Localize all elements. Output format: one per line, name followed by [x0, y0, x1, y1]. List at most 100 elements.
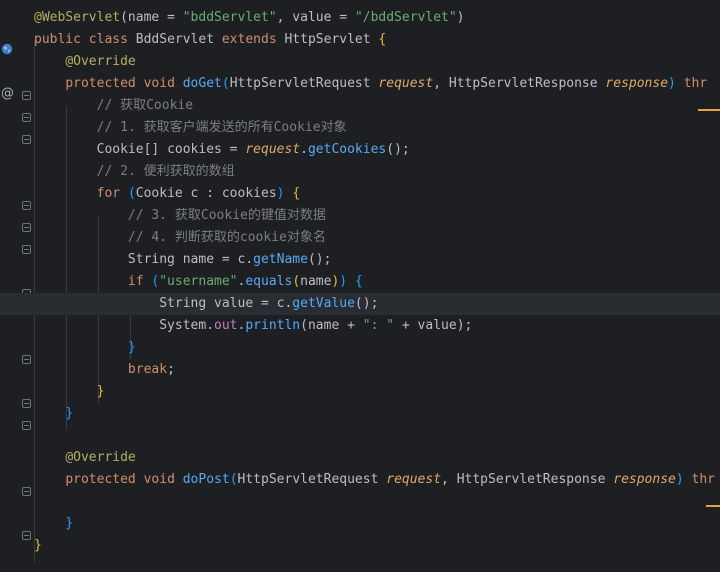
code-line[interactable]: // 3. 获取Cookie的键值对数据 — [34, 205, 720, 227]
code-token: @WebServlet — [34, 10, 121, 25]
code-line[interactable]: } — [34, 403, 720, 425]
code-token: ( — [292, 274, 301, 289]
code-token: ( — [221, 76, 230, 91]
code-line[interactable]: // 1. 获取客户端发送的所有Cookie对象 — [34, 117, 720, 139]
fold-toggle-for-icon[interactable] — [22, 201, 31, 210]
code-token: { — [378, 32, 387, 47]
code-token: protected — [65, 76, 144, 91]
code-token: HttpServletRequest — [237, 472, 387, 487]
fold-toggle-for-end-icon[interactable] — [22, 399, 31, 408]
fold-toggle-dopost-icon[interactable] — [22, 487, 31, 496]
warning-underline — [706, 505, 720, 507]
code-line[interactable]: } — [34, 337, 720, 359]
code-token: // 2. 便利获取的数组 — [96, 164, 235, 179]
code-token: , — [433, 76, 449, 91]
code-token: class — [88, 32, 136, 47]
code-line[interactable]: System.out.println(name + ": " + value); — [34, 315, 720, 337]
code-token: (); — [307, 252, 332, 267]
code-line[interactable]: // 4. 判断获取的cookie对象名 — [34, 227, 720, 249]
code-line[interactable]: Cookie[] cookies = request.getCookies(); — [34, 139, 720, 161]
code-token: "/bddServlet" — [354, 10, 457, 25]
code-line[interactable]: protected void doGet(HttpServletRequest … — [34, 73, 720, 95]
code-token: , — [276, 10, 293, 25]
code-line[interactable]: String value = c.getValue(); — [0, 293, 720, 315]
code-token: if — [127, 274, 152, 289]
code-line[interactable]: if ("username".equals(name)) { — [34, 271, 720, 293]
code-token: . — [300, 142, 308, 157]
code-line[interactable]: } — [34, 535, 720, 557]
code-token: request — [378, 76, 434, 91]
fold-toggle-dopost-end-icon[interactable] — [22, 531, 31, 540]
override-at-icon[interactable]: @ — [1, 86, 14, 101]
code-token: request — [386, 472, 442, 487]
code-token: thr — [683, 76, 708, 91]
code-token: thr — [691, 472, 716, 487]
code-token: HttpServletResponse — [456, 472, 614, 487]
code-token: { — [354, 274, 363, 289]
code-editor[interactable]: @ @WebServlet(name = "bddServlet", value… — [0, 0, 720, 572]
code-line[interactable]: String name = c.getName(); — [34, 249, 720, 271]
fold-toggle-comment-end-icon[interactable] — [22, 135, 31, 144]
code-line[interactable]: // 获取Cookie — [34, 95, 720, 117]
code-token: @Override — [65, 54, 136, 69]
code-token: { — [292, 186, 301, 201]
code-line[interactable]: // 2. 便利获取的数组 — [34, 161, 720, 183]
editor-gutter: @ — [0, 0, 31, 572]
code-area[interactable]: @WebServlet(name = "bddServlet", value =… — [0, 7, 720, 557]
code-token: @Override — [65, 450, 136, 465]
code-line[interactable]: public class BddServlet extends HttpServ… — [34, 29, 720, 51]
code-line[interactable] — [34, 425, 720, 447]
code-token: ) — [339, 274, 355, 289]
code-line[interactable]: } — [34, 513, 720, 535]
code-token: out — [214, 318, 238, 333]
code-token: BddServlet — [135, 32, 222, 47]
code-token: } — [127, 340, 136, 355]
code-token: "username" — [159, 274, 238, 289]
code-line[interactable]: @WebServlet(name = "bddServlet", value =… — [34, 7, 720, 29]
code-line[interactable]: protected void doPost(HttpServletRequest… — [34, 469, 720, 491]
code-line[interactable]: @Override — [34, 51, 720, 73]
code-token: ) — [675, 472, 692, 487]
code-token: } — [65, 516, 74, 531]
code-token: String name = c. — [127, 252, 254, 267]
code-token: extends — [221, 32, 285, 47]
code-token: HttpServletResponse — [448, 76, 606, 91]
code-token: } — [34, 538, 42, 553]
code-token: name — [127, 10, 160, 25]
code-token: response — [613, 472, 676, 487]
fold-toggle-comment2-end-icon[interactable] — [22, 245, 31, 254]
code-line[interactable]: for (Cookie c : cookies) { — [34, 183, 720, 205]
code-token: ) — [456, 10, 465, 25]
code-token: void — [143, 472, 183, 487]
code-line[interactable] — [34, 491, 720, 513]
code-token: name — [300, 274, 332, 289]
warning-underline — [698, 109, 720, 111]
code-token: ; — [167, 362, 175, 377]
code-line[interactable]: @Override — [34, 447, 720, 469]
fold-toggle-comment-icon[interactable] — [22, 113, 31, 122]
code-token: } — [65, 406, 74, 421]
code-token: Cookie c : cookies — [135, 186, 277, 201]
fold-toggle-if-end-icon[interactable] — [22, 355, 31, 364]
code-line[interactable]: } — [34, 381, 720, 403]
code-token: = — [331, 10, 355, 25]
code-token: (name + — [300, 318, 363, 333]
code-token: protected — [65, 472, 144, 487]
fold-toggle-doget-end-icon[interactable] — [22, 421, 31, 430]
web-servlet-globe-icon[interactable] — [1, 43, 13, 58]
fold-toggle-doget-icon[interactable] — [22, 91, 31, 100]
code-line[interactable]: break; — [34, 359, 720, 381]
fold-toggle-comment2-icon[interactable] — [22, 223, 31, 232]
code-token: , — [441, 472, 457, 487]
